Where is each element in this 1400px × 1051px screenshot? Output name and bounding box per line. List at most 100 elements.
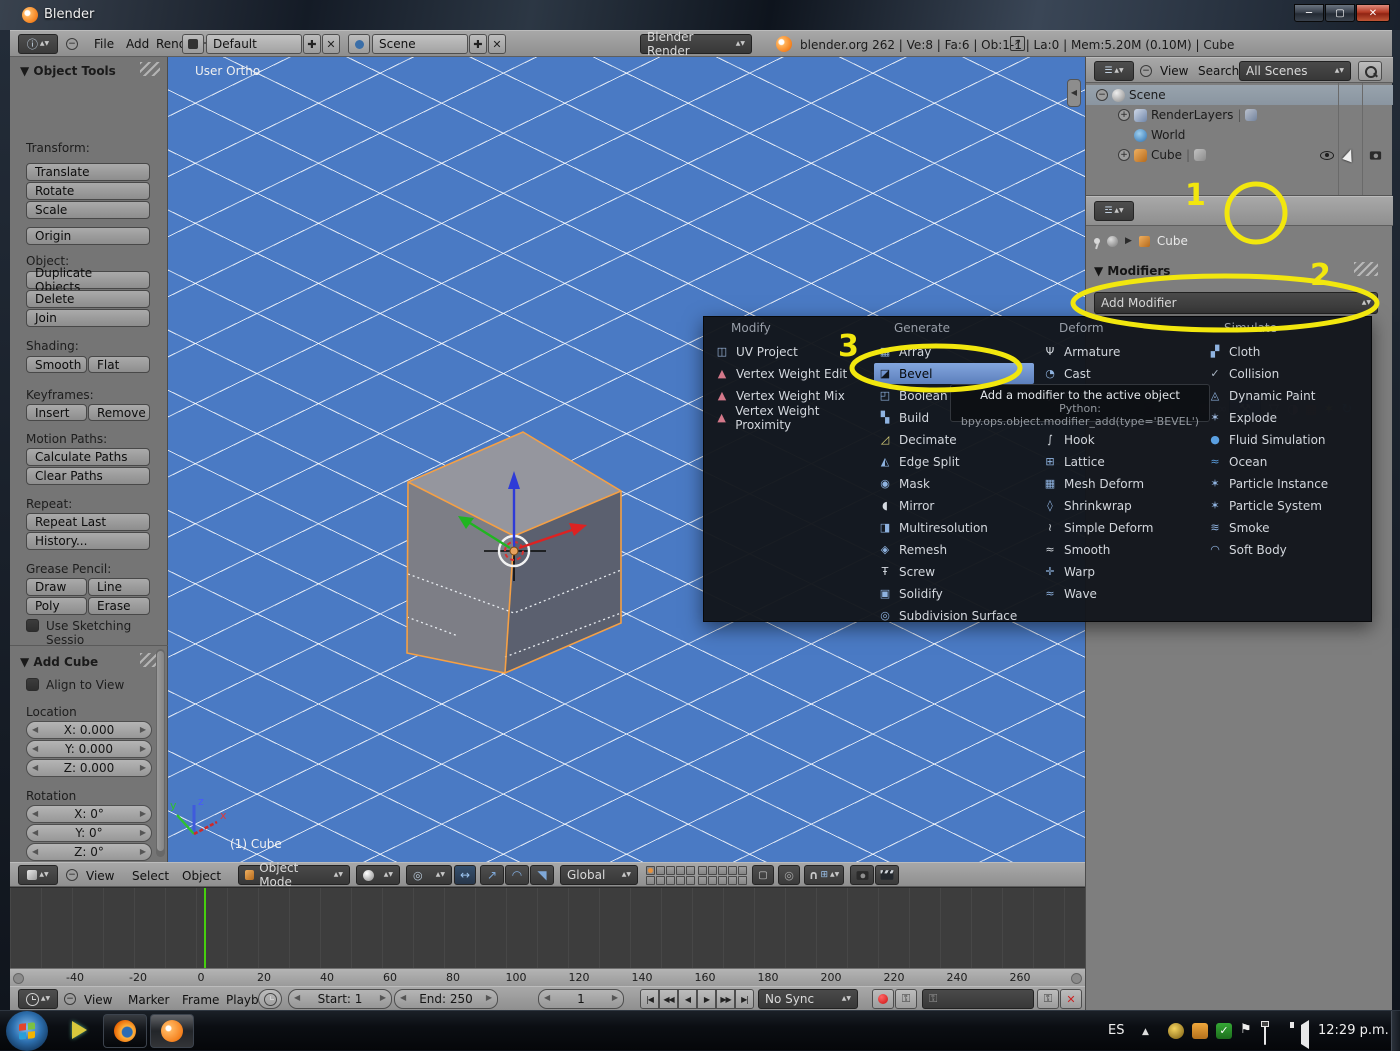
modifier-particle-instance[interactable]: ✶ Particle Instance [1204,473,1364,494]
repeat-last-button[interactable]: Repeat Last [26,513,150,531]
start-button[interactable] [6,1011,48,1051]
render-opengl-button[interactable] [850,865,874,885]
modifier-mask[interactable]: ◉ Mask [874,473,1034,494]
editor-type-button[interactable]: ☰ ▲▼ [1094,61,1134,81]
modifier-array[interactable]: ▦ Array [874,341,1034,362]
layer-toggle[interactable] [718,866,727,875]
layer-toggle[interactable] [728,866,737,875]
layer-toggle[interactable] [738,876,747,885]
modifier-remesh[interactable]: ◈ Remesh [874,539,1034,560]
jump-to-end-button[interactable]: ▶| [735,989,754,1009]
layer-toggle[interactable] [646,876,655,885]
display-scope-select[interactable]: All Scenes ▲▼ [1239,61,1351,81]
line-button[interactable]: Line [88,578,150,596]
layer-toggle[interactable] [666,876,675,885]
minimize-button[interactable]: ─ [1294,4,1324,22]
modifier-particle-system[interactable]: ✶ Particle System [1204,495,1364,516]
modifier-armature[interactable]: Ψ Armature [1039,341,1199,362]
layer-toggle[interactable] [728,876,737,885]
manipulator-toggle[interactable]: ↔ [454,865,476,885]
viewport-menu-view[interactable]: View [86,863,114,889]
modifier-mesh-deform[interactable]: ▦ Mesh Deform [1039,473,1199,494]
clear-paths-button[interactable]: Clear Paths [26,467,150,485]
scene-browse-button[interactable] [348,34,370,54]
new-window-icon[interactable]: ↗ [1010,36,1025,51]
layer-toggle[interactable] [666,866,675,875]
smooth-button[interactable]: Smooth [26,356,87,373]
current-frame-line[interactable] [204,888,206,968]
editor-type-button[interactable]: ▲▼ [18,989,58,1009]
draw-button[interactable]: Draw [26,578,87,596]
collapse-menus-icon[interactable]: − [66,38,78,50]
scrollbar-thumb[interactable] [157,651,164,851]
jump-to-start-button[interactable]: |◀ [640,989,659,1009]
frame-start-field[interactable]: ◀ Start: 1 ▶ [288,989,392,1009]
selectability-cursor-icon[interactable] [1342,147,1356,163]
editor-type-button[interactable]: ▲▼ [18,865,58,885]
modifier-lattice[interactable]: ⊞ Lattice [1039,451,1199,472]
scrollbar-cap[interactable] [1071,973,1082,984]
layer-toggle[interactable] [708,866,717,875]
transform-orientation-select[interactable]: Global ▲▼ [560,865,638,885]
collapse-menus-icon[interactable]: − [66,869,78,881]
modifier-hook[interactable]: ∫ Hook [1039,429,1199,450]
calculate-paths-button[interactable]: Calculate Paths [26,448,150,466]
viewport-menu-select[interactable]: Select [132,863,169,889]
modifier-uv-project[interactable]: ◫ UV Project [711,341,871,362]
rotation-z-field[interactable]: ◀ Z: 0° ▶ [26,843,152,861]
add-layout-button[interactable]: ✚ [303,34,321,54]
lock-camera-button[interactable]: ▢ [752,865,774,885]
layer-toggle[interactable] [738,866,747,875]
taskbar-blender-button[interactable] [150,1014,194,1048]
pivot-select[interactable]: ◎ ▲▼ [406,865,452,885]
show-desktop-button[interactable] [1391,1011,1400,1051]
plus-expander-icon[interactable]: + [1118,149,1130,161]
delete-layout-button[interactable]: ✕ [322,34,340,54]
language-indicator[interactable]: ES [1108,1023,1124,1038]
keying-button[interactable]: ⚿ [895,989,917,1009]
manipulator-scale-button[interactable]: ◥ [530,865,554,885]
rotation-y-field[interactable]: ◀ Y: 0° ▶ [26,824,152,842]
modifier-smoke[interactable]: ≋ Smoke [1204,517,1364,538]
delete-scene-button[interactable]: ✕ [488,34,506,54]
modifier-dynamic-paint[interactable]: ◬ Dynamic Paint [1204,385,1364,406]
modifier-subdivision-surface[interactable]: ◎ Subdivision Surface [874,605,1034,626]
modifier-mirror[interactable]: ◖ Mirror [874,495,1034,516]
modifier-warp[interactable]: ✛ Warp [1039,561,1199,582]
editor-type-button[interactable]: ⓘ ▲▼ [18,34,58,54]
layer-toggle[interactable] [656,876,665,885]
poly-button[interactable]: Poly [26,597,87,615]
editor-type-button[interactable]: ☲ ▲▼ [1094,201,1134,221]
modifier-bevel[interactable]: ◪ Bevel [874,363,1034,384]
frame-end-field[interactable]: ◀ End: 250 ▶ [394,989,498,1009]
add-scene-button[interactable]: ✚ [469,34,487,54]
erase-button[interactable]: Erase [88,597,150,615]
modifier-multiresolution[interactable]: ◨ Multiresolution [874,517,1034,538]
rotate-button[interactable]: Rotate [26,182,150,200]
layer-toggle[interactable] [718,876,727,885]
jump-to-next-keyframe-button[interactable]: ▶▶ [716,989,735,1009]
maximize-button[interactable]: ▢ [1325,4,1355,22]
pin-icon[interactable] [1094,238,1100,244]
modifier-explode[interactable]: ✶ Explode [1204,407,1364,428]
shading-select[interactable]: ▲▼ [356,865,400,885]
snap-button[interactable]: ∩ ⊞ ▲▼ [804,865,844,885]
layer-toggle[interactable] [698,866,707,875]
tray-app-icon[interactable] [1168,1023,1184,1039]
layer-toggle[interactable] [676,876,685,885]
mode-select[interactable]: Object Mode ▲▼ [238,861,350,889]
modifier-decimate[interactable]: ◿ Decimate [874,429,1034,450]
render-engine-select[interactable]: Blender Render ▲▼ [640,30,752,58]
play-reverse-button[interactable]: ◀ [678,989,697,1009]
visibility-eye-icon[interactable] [1320,150,1334,160]
render-opengl-anim-button[interactable] [875,865,899,885]
modifier-simple-deform[interactable]: ≀ Simple Deform [1039,517,1199,538]
taskbar-firefox-button[interactable] [103,1014,147,1048]
modifier-fluid-simulation[interactable]: ● Fluid Simulation [1204,429,1364,450]
manipulator-rotate-button[interactable]: ◠ [505,865,529,885]
layer-toggle[interactable] [656,866,665,875]
history--button[interactable]: History... [26,532,150,550]
modifier-screw[interactable]: Ŧ Screw [874,561,1034,582]
translate-button[interactable]: Translate [26,163,150,181]
renderability-camera-icon[interactable] [1369,150,1382,160]
